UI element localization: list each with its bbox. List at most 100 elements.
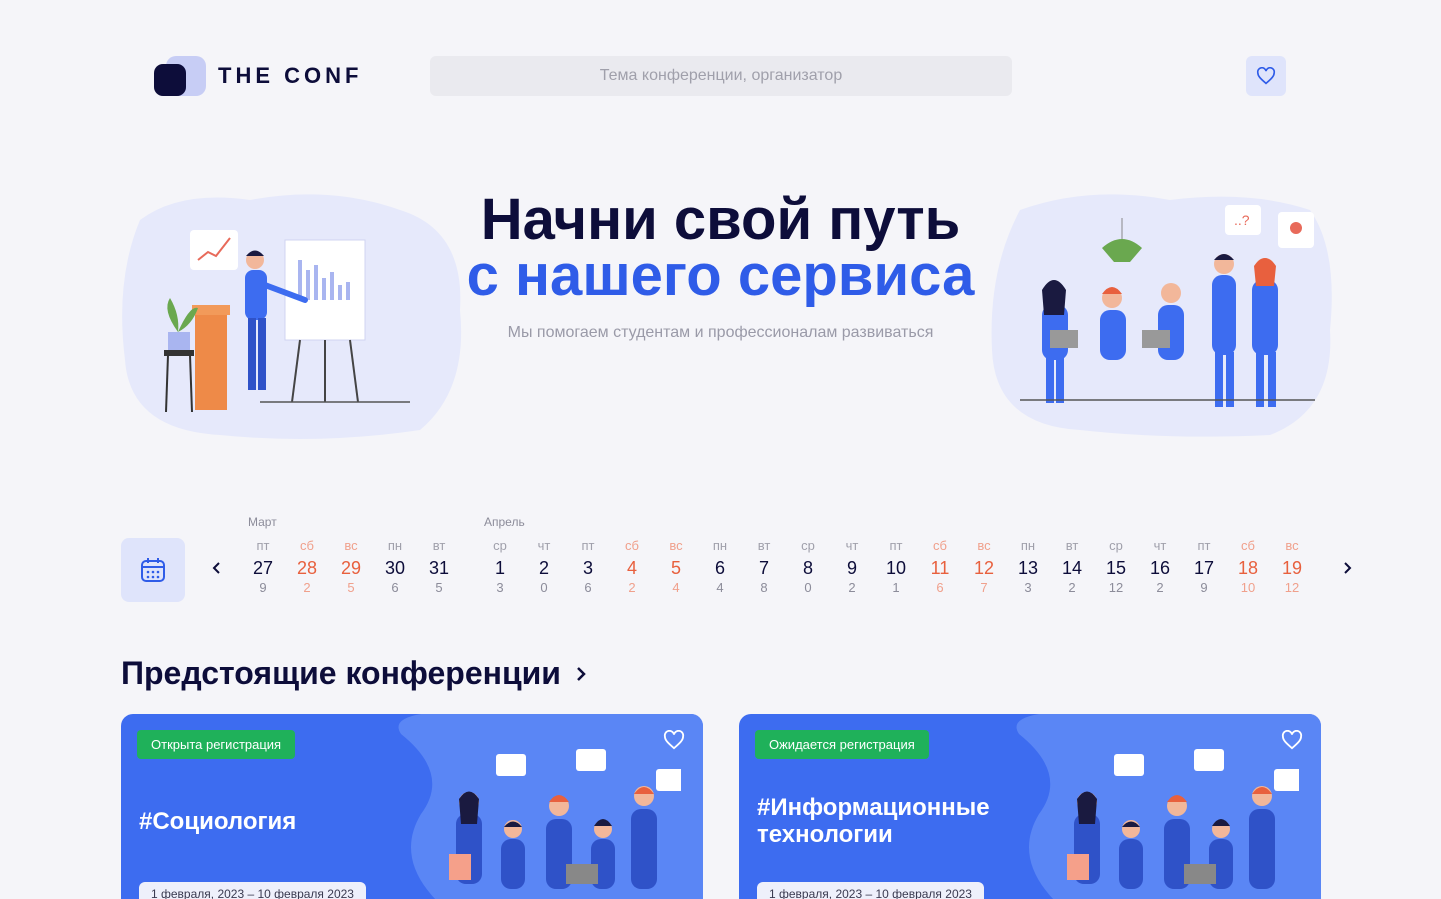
calendar-prev-button[interactable]	[207, 558, 227, 578]
conference-count: 6	[391, 580, 399, 595]
calendar-day[interactable]: ср 15 12	[1096, 538, 1136, 595]
day-of-week: вт	[432, 538, 446, 553]
registration-status-badge: Открыта регистрация	[137, 730, 296, 759]
day-of-week: сб	[625, 538, 639, 553]
logo[interactable]: THE CONF	[154, 56, 362, 96]
calendar-next-button[interactable]	[1337, 558, 1357, 578]
conference-count: 12	[1108, 580, 1124, 595]
conference-count: 9	[259, 580, 267, 595]
calendar-day[interactable]: пт 17 9	[1184, 538, 1224, 595]
conference-card[interactable]: Открыта регистрация #Социология 1 феврал…	[121, 714, 703, 899]
calendar-day[interactable]: вс 5 4	[656, 538, 696, 595]
conference-count: 0	[540, 580, 548, 595]
day-number: 7	[758, 558, 769, 578]
calendar-day[interactable]: пн 13 3	[1008, 538, 1048, 595]
svg-text:..?: ..?	[1234, 212, 1250, 228]
calendar-day[interactable]: сб 28 2	[287, 538, 327, 595]
calendar-day[interactable]: чт 2 0	[524, 538, 564, 595]
day-number: 3	[582, 558, 593, 578]
month-label-april: Апрель	[484, 515, 525, 529]
calendar-day[interactable]: чт 9 2	[832, 538, 872, 595]
month-label-march: Март	[248, 515, 277, 529]
conference-count: 10	[1240, 580, 1256, 595]
day-number: 19	[1281, 558, 1303, 578]
registration-status-badge: Ожидается регистрация	[755, 730, 929, 759]
day-of-week: пт	[256, 538, 270, 553]
conference-count: 5	[347, 580, 355, 595]
students-illustration	[449, 749, 681, 889]
conference-count: 4	[672, 580, 680, 595]
day-of-week: вс	[669, 538, 683, 553]
day-of-week: пн	[1020, 538, 1036, 553]
conference-count: 3	[496, 580, 504, 595]
calendar-day[interactable]: ср 8 0	[788, 538, 828, 595]
conference-card[interactable]: Ожидается регистрация #Информационные те…	[739, 714, 1321, 899]
calendar-day[interactable]: пт 3 6	[568, 538, 608, 595]
day-of-week: пн	[712, 538, 728, 553]
calendar-day[interactable]: вс 12 7	[964, 538, 1004, 595]
calendar-day[interactable]: вт 7 8	[744, 538, 784, 595]
day-of-week: сб	[933, 538, 947, 553]
conference-count: 12	[1284, 580, 1300, 595]
day-of-week: чт	[845, 538, 859, 553]
conference-count: 4	[716, 580, 724, 595]
day-number: 12	[973, 558, 995, 578]
conference-title: #Социология	[139, 808, 297, 835]
day-of-week: ср	[801, 538, 815, 553]
day-number: 29	[340, 558, 362, 578]
calendar-day[interactable]: сб 11 6	[920, 538, 960, 595]
audience-illustration: ..?	[991, 194, 1332, 437]
day-of-week: пт	[1197, 538, 1211, 553]
calendar-day[interactable]: вт 31 5	[419, 538, 459, 595]
day-of-week: сб	[1241, 538, 1255, 553]
day-number: 17	[1193, 558, 1215, 578]
calendar-day[interactable]: вт 14 2	[1052, 538, 1092, 595]
conference-count: 3	[1024, 580, 1032, 595]
day-of-week: чт	[1153, 538, 1167, 553]
heart-icon[interactable]	[663, 730, 685, 750]
day-of-week: чт	[537, 538, 551, 553]
day-number: 2	[538, 558, 549, 578]
day-of-week: вс	[344, 538, 358, 553]
calendar-day[interactable]: сб 4 2	[612, 538, 652, 595]
day-number: 6	[714, 558, 725, 578]
chevron-left-icon	[212, 562, 220, 574]
calendar-day[interactable]: пн 30 6	[375, 538, 415, 595]
day-number: 8	[802, 558, 813, 578]
conference-title: #Информационные технологии	[757, 794, 990, 848]
day-of-week: пн	[387, 538, 403, 553]
heart-icon[interactable]	[1281, 730, 1303, 750]
day-of-week: сб	[300, 538, 314, 553]
day-number: 4	[626, 558, 637, 578]
day-number: 28	[296, 558, 318, 578]
conference-count: 8	[760, 580, 768, 595]
calendar-day[interactable]: вс 29 5	[331, 538, 371, 595]
conference-count: 9	[1200, 580, 1208, 595]
day-number: 5	[670, 558, 681, 578]
day-number: 30	[384, 558, 406, 578]
day-of-week: ср	[493, 538, 507, 553]
day-number: 16	[1149, 558, 1171, 578]
calendar-icon	[141, 558, 165, 582]
day-number: 15	[1105, 558, 1127, 578]
calendar-day[interactable]: чт 16 2	[1140, 538, 1180, 595]
search-input[interactable]	[430, 56, 1012, 96]
day-number: 13	[1017, 558, 1039, 578]
hero: Начни свой путь с нашего сервиса Мы помо…	[0, 170, 1441, 470]
upcoming-conferences-link[interactable]: Предстоящие конференции	[121, 655, 587, 692]
calendar-day[interactable]: ср 1 3	[480, 538, 520, 595]
calendar-day[interactable]: сб 18 10	[1228, 538, 1268, 595]
conference-count: 7	[980, 580, 988, 595]
calendar-day[interactable]: пт 10 1	[876, 538, 916, 595]
heart-icon	[1256, 67, 1276, 85]
day-number: 1	[494, 558, 505, 578]
chevron-right-icon	[577, 666, 586, 681]
favorites-button[interactable]	[1246, 56, 1286, 96]
day-of-week: вт	[1065, 538, 1079, 553]
conference-count: 2	[848, 580, 856, 595]
calendar-day[interactable]: пн 6 4	[700, 538, 740, 595]
calendar-button[interactable]	[121, 538, 185, 602]
conference-count: 1	[892, 580, 900, 595]
calendar-day[interactable]: пт 27 9	[243, 538, 283, 595]
calendar-day[interactable]: вс 19 12	[1272, 538, 1312, 595]
